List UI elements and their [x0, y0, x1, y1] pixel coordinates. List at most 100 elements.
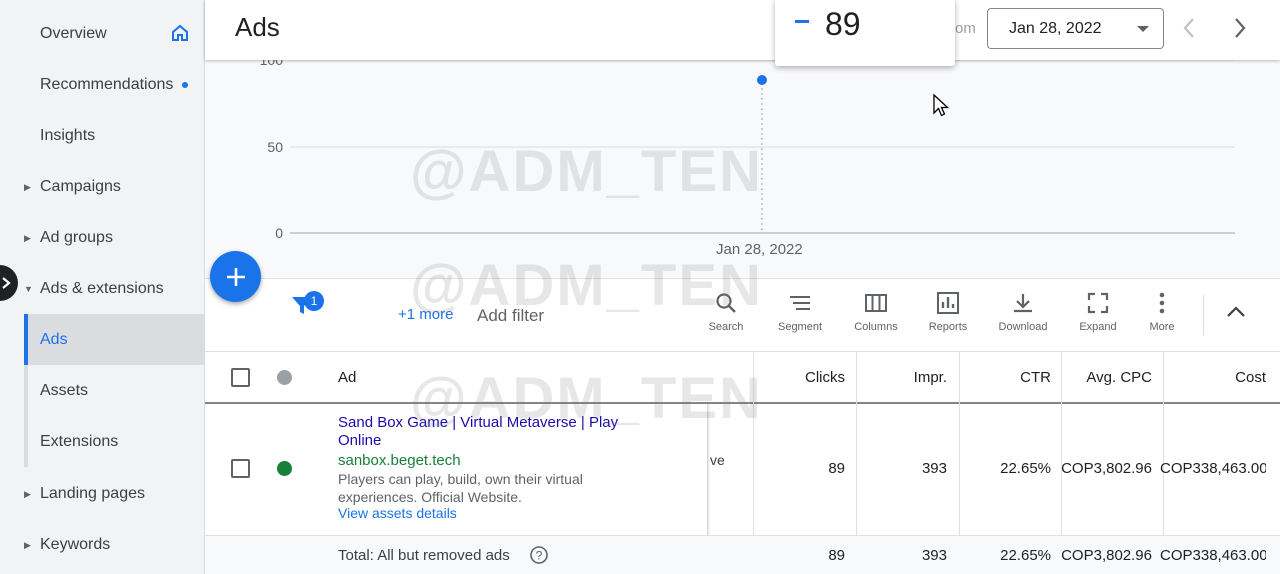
sidebar-item-label: Ad groups — [40, 229, 113, 246]
segment-button[interactable]: Segment — [765, 291, 835, 333]
page-header: Ads om Jan 28, 2022 89 — [205, 0, 1280, 66]
expand-button[interactable]: Expand — [1063, 291, 1133, 333]
sidebar-item-landing-pages[interactable]: ▶ Landing pages — [0, 469, 204, 519]
page-title: Ads — [235, 12, 280, 42]
chevron-right-icon[interactable] — [1233, 17, 1247, 39]
sidebar-item-label: Overview — [40, 25, 107, 42]
x-tick-label: Jan 28, 2022 — [716, 241, 803, 258]
tool-label: Segment — [777, 321, 823, 333]
column-header-ctr[interactable]: CTR — [969, 369, 1051, 386]
expand-caret-icon: ▶ — [24, 232, 31, 243]
date-value: Jan 28, 2022 — [1009, 19, 1102, 37]
notification-dot — [182, 82, 188, 88]
sidebar-item-label: Extensions — [40, 433, 119, 450]
column-header-clicks[interactable]: Clicks — [765, 369, 845, 386]
row-checkbox[interactable] — [231, 459, 250, 478]
status-header-icon[interactable] — [277, 370, 292, 385]
more-options-button[interactable]: More — [1127, 291, 1197, 333]
create-button[interactable] — [210, 251, 261, 302]
download-icon — [1014, 294, 1032, 313]
ad-description: Players can play, build, own their virtu… — [338, 471, 583, 505]
total-clicks: 89 — [828, 547, 845, 564]
cell-clicks: 89 — [828, 460, 845, 477]
sidebar-item-keywords[interactable]: ▶ Keywords — [0, 520, 204, 570]
sidebar-item-campaigns[interactable]: ▶ Campaigns — [0, 162, 204, 212]
sidebar-item-label: Ads — [40, 330, 68, 348]
filter-count-badge: 1 — [304, 291, 324, 311]
column-header-impr[interactable]: Impr. — [867, 369, 947, 386]
select-all-checkbox[interactable] — [231, 368, 250, 387]
svg-text:?: ? — [536, 549, 543, 563]
total-label: Total: All but removed ads — [338, 547, 510, 564]
download-button[interactable]: Download — [988, 291, 1058, 333]
home-icon — [172, 24, 188, 41]
cell-avg-cpc: COP3,802.96 — [1061, 460, 1152, 477]
plus-icon — [226, 267, 245, 286]
collapse-caret-icon: ▼ — [24, 284, 33, 294]
sidebar-item-label: Keywords — [40, 536, 111, 553]
tooltip-value: 89 — [825, 6, 861, 42]
column-header-avg-cpc[interactable]: Avg. CPC — [1065, 369, 1152, 386]
reports-button[interactable]: Reports — [913, 291, 983, 333]
sidebar-item-label: Assets — [40, 382, 89, 399]
cell-impr: 393 — [921, 460, 947, 477]
sidebar-item-label: Ads & extensions — [40, 280, 164, 297]
tool-label: Expand — [1079, 321, 1117, 333]
series-indicator — [795, 20, 809, 23]
tool-label: Columns — [854, 321, 898, 333]
truncated-cell-text: ve — [710, 452, 725, 468]
mouse-cursor-icon — [933, 93, 950, 117]
cell-ctr: 22.65% — [1000, 460, 1051, 477]
tool-label: More — [1149, 321, 1175, 333]
date-range-picker[interactable]: Jan 28, 2022 — [987, 8, 1164, 49]
sidebar-item-label: Insights — [40, 127, 96, 144]
total-ctr: 22.65% — [1000, 547, 1051, 564]
total-cost: COP338,463.00 — [1160, 547, 1266, 564]
ads-table: Ad Clicks Impr. CTR Avg. CPC Cost Sand B… — [205, 352, 1280, 574]
cell-cost: COP338,463.00 — [1160, 460, 1266, 477]
table-header-row: Ad Clicks Impr. CTR Avg. CPC Cost — [205, 352, 1280, 404]
sidebar-item-label: Campaigns — [40, 178, 121, 195]
help-icon[interactable]: ? — [529, 545, 549, 565]
chevron-up-icon[interactable] — [1225, 301, 1247, 323]
more-vert-icon — [1159, 292, 1165, 314]
sidebar: Overview Recommendations Insights ▶ Camp… — [0, 0, 205, 574]
tool-label: Reports — [928, 321, 968, 333]
sidebar-item-ads-extensions[interactable]: ▼ Ads & extensions — [0, 264, 204, 314]
active-indicator — [24, 314, 28, 365]
data-point[interactable] — [757, 75, 767, 85]
expand-caret-icon: ▶ — [24, 488, 31, 499]
sidebar-item-label: Landing pages — [40, 485, 145, 502]
total-row: Total: All but removed ads ? 89 393 22.6… — [205, 535, 1280, 574]
reports-icon — [937, 292, 959, 314]
dropdown-arrow-icon — [1137, 26, 1149, 32]
sidebar-item-recommendations[interactable]: Recommendations — [0, 60, 204, 110]
tool-label: Download — [998, 321, 1048, 333]
y-tick-label: 0 — [275, 225, 283, 241]
ad-display-url: sanbox.beget.tech — [338, 452, 461, 469]
search-icon — [716, 293, 736, 313]
sidebar-item-ad-groups[interactable]: ▶ Ad groups — [0, 213, 204, 263]
expand-caret-icon: ▶ — [24, 181, 31, 192]
ad-headline[interactable]: Sand Box Game | Virtual Metaverse | Play… — [338, 414, 648, 450]
chevron-left-icon[interactable] — [1182, 17, 1196, 39]
table-toolbar: 1 +1 more Add filter Search Segment Colu… — [205, 278, 1280, 352]
column-header-ad[interactable]: Ad — [338, 369, 356, 386]
total-avg-cpc: COP3,802.96 — [1061, 547, 1152, 564]
search-button[interactable]: Search — [691, 291, 761, 333]
enabled-status-icon[interactable] — [277, 461, 292, 476]
sidebar-item-label: Recommendations — [40, 76, 174, 93]
column-header-cost[interactable]: Cost — [1170, 369, 1266, 386]
sidebar-item-assets[interactable]: Assets — [0, 366, 204, 416]
columns-button[interactable]: Columns — [841, 291, 911, 333]
expand-caret-icon: ▶ — [24, 539, 31, 550]
sidebar-item-extensions[interactable]: Extensions — [0, 417, 204, 467]
view-assets-link[interactable]: View assets details — [338, 505, 457, 521]
columns-icon — [865, 294, 887, 312]
sidebar-item-ads[interactable]: Ads — [24, 314, 204, 365]
more-filters-link[interactable]: +1 more — [398, 306, 453, 323]
date-range-label: om — [955, 20, 976, 37]
add-filter-button[interactable]: Add filter — [477, 306, 544, 326]
chevron-right-icon — [2, 277, 11, 289]
sidebar-item-insights[interactable]: Insights — [0, 111, 204, 161]
